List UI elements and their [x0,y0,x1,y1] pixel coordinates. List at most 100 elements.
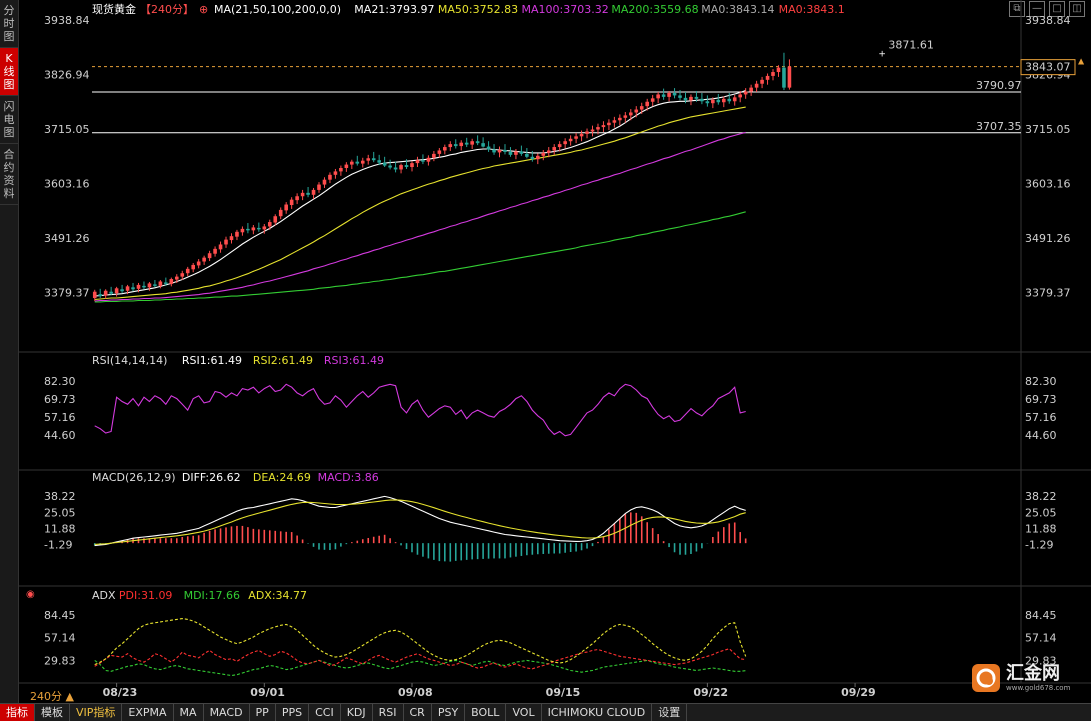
ma50-line [94,106,746,301]
indicator-tab-4[interactable]: MA [174,704,204,721]
candle-body [645,101,650,107]
indicator-tab-11[interactable]: CR [404,704,432,721]
candle-body [683,97,688,101]
indicator-tab-3[interactable]: EXPMA [122,704,174,721]
candle-body [634,109,639,113]
xtick-4: 09/22 [693,686,728,699]
candle-body [306,192,310,195]
candle-body [727,98,732,102]
rsi-ytick-right-0: 82.30 [1025,375,1057,388]
period-label[interactable]: 240分 [30,690,62,703]
candle-body [623,115,628,118]
indicator-tab-16[interactable]: 设置 [652,704,688,721]
indicator-tab-13[interactable]: BOLL [465,704,507,721]
candle-body [191,264,195,270]
logo-name: 汇金网 [1006,663,1060,684]
candle-body [404,165,409,168]
candle-body [667,92,671,97]
candle-body [503,149,507,152]
candle-body [443,147,447,151]
left-tab-1[interactable]: K线图 [0,48,18,96]
candle-body [639,106,644,110]
candle-body [760,79,764,84]
indicator-tab-10[interactable]: RSI [373,704,404,721]
candle-body [262,226,267,230]
candle-body [393,167,398,170]
rsi-ytick-left-2: 57.16 [44,411,76,424]
period-selector[interactable]: 240分 ▲ [30,688,74,704]
candle-body [196,261,201,266]
level-line-label-0: 3790.97 [976,79,1022,92]
candle-body [382,162,387,166]
candle-body [716,99,721,103]
indicator-tab-5[interactable]: MACD [204,704,250,721]
period-circle-icon[interactable]: ⊕ [199,3,208,16]
left-tab-2[interactable]: 闪电图 [0,96,18,144]
candle-body [661,94,666,97]
candle-body [213,248,217,254]
candle-body [448,144,453,148]
candle-body [711,99,715,104]
price-ytick-right-2: 3715.05 [1025,123,1071,136]
indicator-tab-1[interactable]: 模板 [35,704,70,721]
candle-body [92,291,97,299]
candle-body [563,141,567,145]
candle-body [355,161,360,164]
indicator-tab-9[interactable]: KDJ [341,704,373,721]
candle-body [700,98,704,102]
candle-body [339,167,343,172]
candle-body [415,160,420,164]
candle-body [508,151,513,155]
candle-body [284,204,288,211]
price-arrow-icon: ▲ [1078,57,1085,66]
indicator-tab-12[interactable]: PSY [432,704,466,721]
indicator-tab-6[interactable]: PP [250,704,276,721]
macd-ytick-right-2: 11.88 [1025,523,1057,536]
candle-body [525,153,529,157]
candle-body [514,151,518,155]
candle-body [612,120,617,123]
candle-body [366,158,371,161]
price-ytick-right-0: 3938.84 [1025,14,1071,27]
candle-body [300,192,305,197]
left-tab-3[interactable]: 合约资料 [0,144,18,205]
main-legend-5: MA0:3843.14 [701,3,774,16]
indicator-tab-15[interactable]: ICHIMOKU CLOUD [542,704,653,721]
candle-body [453,144,458,147]
candle-body [278,209,283,217]
indicator-tab-2[interactable]: VIP指标 [70,704,123,721]
candle-body [224,239,228,245]
xtick-0: 08/23 [103,686,138,699]
macd-ytick-left-2: 11.88 [44,523,76,536]
indicator-tab-8[interactable]: CCI [309,704,341,721]
candle-body [169,279,174,284]
candle-body [590,129,595,132]
candle-body [350,161,354,165]
indicator-tab-0[interactable]: 指标 [0,704,35,721]
candle-body [174,276,179,280]
level-line-label-1: 3707.35 [976,120,1022,133]
ma200-line [94,211,746,303]
candle-body [289,199,294,206]
rsi-ytick-right-1: 69.73 [1025,393,1057,406]
candle-body [235,231,239,237]
candle-body [601,125,606,128]
candle-body [749,87,753,92]
candle-body [628,112,633,116]
left-tab-0[interactable]: 分时图 [0,0,18,48]
candle-body [470,141,474,145]
candle-body [754,83,759,88]
candle-body [650,98,655,102]
candle-body [432,153,436,158]
price-ytick-left-0: 3938.84 [44,14,90,27]
indicator-tab-14[interactable]: VOL [506,704,542,721]
candle-body [371,158,376,161]
candle-body [776,67,781,73]
indicator-tab-7[interactable]: PPS [276,704,310,721]
candle-body [568,138,573,142]
price-ytick-left-4: 3491.26 [44,232,90,245]
candle-body [765,75,770,80]
indicator-dot-icon[interactable]: ◉ [26,589,35,600]
rsi-ytick-right-2: 57.16 [1025,411,1057,424]
candle-body [782,67,786,88]
